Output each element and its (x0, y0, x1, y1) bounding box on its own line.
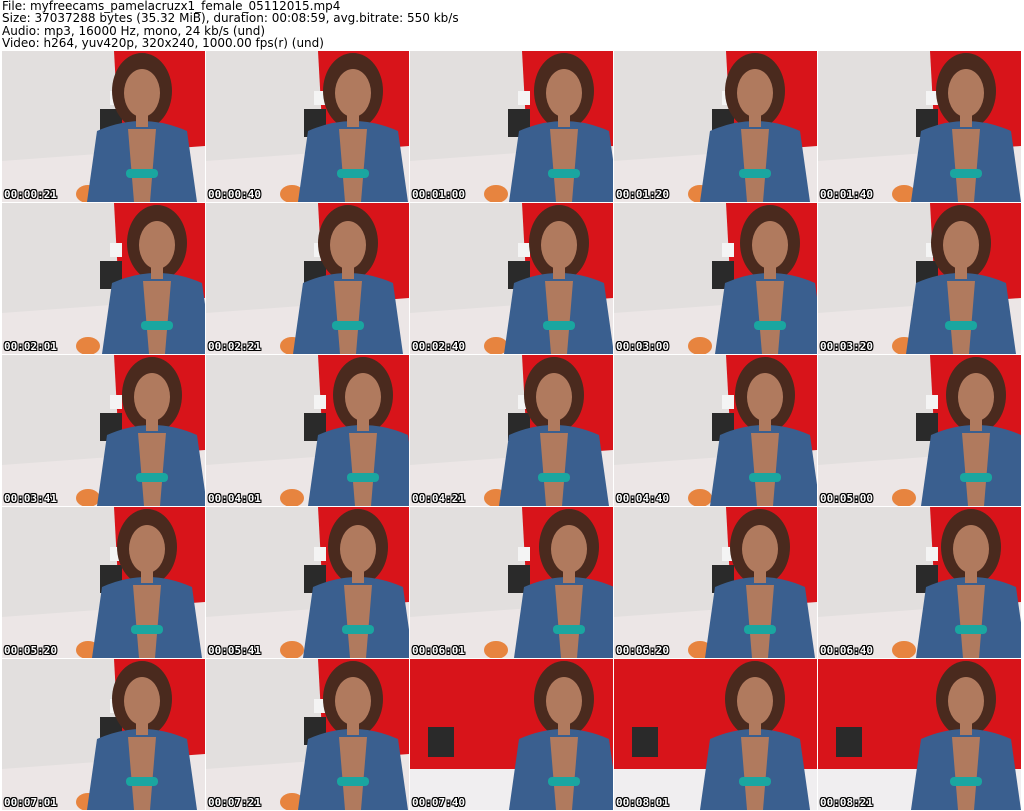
thumbnail-timestamp: 00:01:00 (412, 188, 465, 201)
video-thumbnail: 00:08:01 (614, 659, 817, 810)
thumbnail-timestamp: 00:07:01 (4, 796, 57, 809)
thumbnail-timestamp: 00:08:01 (616, 796, 669, 809)
video-thumbnail: 00:01:40 (818, 51, 1021, 202)
thumbnail-timestamp: 00:05:00 (820, 492, 873, 505)
thumbnail-timestamp: 00:03:00 (616, 340, 669, 353)
video-thumbnail: 00:01:00 (410, 51, 613, 202)
thumbnail-timestamp: 00:05:20 (4, 644, 57, 657)
size-line: Size: 37037288 bytes (35.32 MiB), durati… (2, 11, 459, 26)
thumbnail-timestamp: 00:06:40 (820, 644, 873, 657)
thumbnail-timestamp: 00:00:21 (4, 188, 57, 201)
thumbnail-timestamp: 00:05:41 (208, 644, 261, 657)
video-info-header: File: myfreecams_pamelacruzx1_female_051… (2, 0, 1022, 51)
thumbnail-timestamp: 00:01:40 (820, 188, 873, 201)
video-thumbnail: 00:02:01 (2, 203, 205, 354)
video-thumbnail: 00:03:41 (2, 355, 205, 506)
video-thumbnail: 00:05:41 (206, 507, 409, 658)
thumbnail-timestamp: 00:04:40 (616, 492, 669, 505)
thumbnail-timestamp: 00:00:40 (208, 188, 261, 201)
video-thumbnail: 00:01:20 (614, 51, 817, 202)
video-thumbnail: 00:00:21 (2, 51, 205, 202)
thumbnail-timestamp: 00:06:01 (412, 644, 465, 657)
video-thumbnail: 00:07:01 (2, 659, 205, 810)
thumbnail-timestamp: 00:07:21 (208, 796, 261, 809)
thumbnail-timestamp: 00:07:40 (412, 796, 465, 809)
thumbnail-timestamp: 00:06:20 (616, 644, 669, 657)
video-thumbnail: 00:00:40 (206, 51, 409, 202)
video-thumbnail: 00:06:01 (410, 507, 613, 658)
video-thumbnail: 00:06:20 (614, 507, 817, 658)
thumbnail-timestamp: 00:08:21 (820, 796, 873, 809)
thumbnail-timestamp: 00:03:20 (820, 340, 873, 353)
thumbnail-grid: 00:00:21 00:00:40 00:01:00 00:01:20 00:01:40… (2, 51, 1022, 811)
thumbnail-timestamp: 00:04:01 (208, 492, 261, 505)
video-thumbnail: 00:02:21 (206, 203, 409, 354)
video-line: Video: h264, yuv420p, 320x240, 1000.00 f… (2, 36, 324, 51)
video-thumbnail: 00:05:00 (818, 355, 1021, 506)
video-thumbnail: 00:04:40 (614, 355, 817, 506)
thumbnail-timestamp: 00:02:21 (208, 340, 261, 353)
video-thumbnail: 00:04:21 (410, 355, 613, 506)
video-thumbnail: 00:07:21 (206, 659, 409, 810)
video-thumbnail: 00:02:40 (410, 203, 613, 354)
video-thumbnail: 00:07:40 (410, 659, 613, 810)
video-thumbnail: 00:05:20 (2, 507, 205, 658)
video-thumbnail: 00:04:01 (206, 355, 409, 506)
thumbnail-timestamp: 00:04:21 (412, 492, 465, 505)
thumbnail-timestamp: 00:02:01 (4, 340, 57, 353)
video-thumbnail: 00:03:00 (614, 203, 817, 354)
thumbnail-timestamp: 00:03:41 (4, 492, 57, 505)
thumbnail-timestamp: 00:01:20 (616, 188, 669, 201)
thumbnail-timestamp: 00:02:40 (412, 340, 465, 353)
video-thumbnail: 00:06:40 (818, 507, 1021, 658)
video-thumbnail: 00:08:21 (818, 659, 1021, 810)
video-thumbnail: 00:03:20 (818, 203, 1021, 354)
